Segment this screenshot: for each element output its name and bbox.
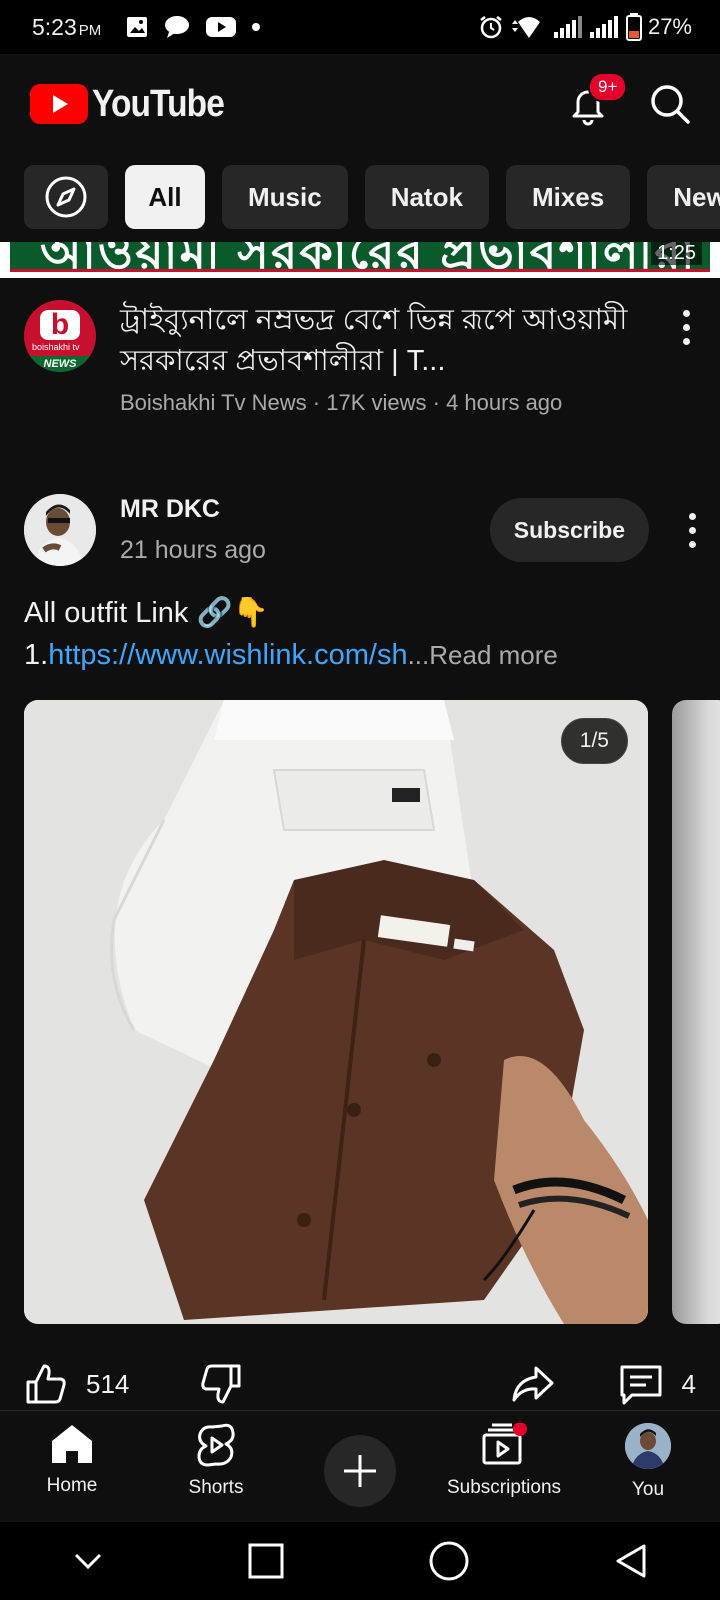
alarm-icon xyxy=(480,16,502,39)
home-button-icon[interactable] xyxy=(428,1540,470,1582)
thumbnail-overlay-text: আওয়ামী সরকারের প্রভাবশালীরা xyxy=(40,242,697,272)
status-time: 5:23 PM xyxy=(32,13,102,40)
search-icon[interactable] xyxy=(648,82,692,126)
notification-badge: 9+ xyxy=(588,72,628,102)
post-author-name[interactable]: MR DKC xyxy=(120,495,266,524)
post-timestamp: 21 hours ago xyxy=(120,536,266,564)
recents-button-icon[interactable] xyxy=(248,1543,284,1579)
home-icon xyxy=(52,1425,92,1463)
post-image[interactable]: 1/5 xyxy=(24,700,648,1324)
nav-you[interactable]: You xyxy=(576,1411,720,1501)
comments-button[interactable]: 4 xyxy=(618,1361,696,1407)
dislike-button[interactable] xyxy=(199,1362,243,1406)
post-actions-bar: 514 4 xyxy=(24,1358,696,1410)
app-name: YouTube xyxy=(92,82,225,125)
video-metadata: Boishakhi Tv News · 17K views · 4 hours … xyxy=(120,390,563,415)
image-counter: 1/5 xyxy=(560,718,628,764)
like-button[interactable]: 514 xyxy=(24,1362,129,1406)
post-more-options-icon[interactable] xyxy=(689,512,696,548)
chat-icon xyxy=(165,16,190,38)
share-icon xyxy=(512,1366,554,1402)
video-item[interactable]: b boishakhi tv NEWS ট্রাইব্যুনালে নম্রভদ… xyxy=(24,300,696,416)
nav-subscriptions[interactable]: Subscriptions xyxy=(432,1411,576,1499)
status-notification-icons xyxy=(125,15,261,39)
comment-icon xyxy=(620,1365,662,1405)
chip-new[interactable]: New xyxy=(647,165,720,229)
channel-name: Boishakhi Tv News xyxy=(120,390,307,415)
explore-button[interactable] xyxy=(24,165,108,229)
next-post-image[interactable] xyxy=(672,700,720,1324)
video-duration: 1:25 xyxy=(651,242,702,265)
compass-icon xyxy=(45,176,87,218)
dot-icon xyxy=(252,23,261,31)
battery-percent: 27% xyxy=(647,14,692,39)
post-text-line1: All outfit Link 🔗👇 xyxy=(24,597,269,629)
channel-avatar[interactable]: b boishakhi tv NEWS xyxy=(24,300,96,372)
chevron-down-icon[interactable] xyxy=(72,1551,104,1571)
view-count: 17K views xyxy=(326,390,427,415)
video-title[interactable]: ট্রাইব্যুনালে নম্রভদ্র বেশে ভিন্ন রূপে আ… xyxy=(120,300,640,382)
youtube-notif-icon xyxy=(206,17,237,37)
chip-mixes[interactable]: Mixes xyxy=(505,165,631,229)
upload-age: 4 hours ago xyxy=(446,390,563,415)
nav-create[interactable] xyxy=(288,1411,432,1507)
outfit-photo xyxy=(24,700,648,1324)
post-author-avatar[interactable] xyxy=(24,494,96,566)
back-button-icon[interactable] xyxy=(614,1543,648,1579)
plus-icon xyxy=(344,1455,376,1487)
video-more-options-icon[interactable] xyxy=(676,300,696,416)
post-text[interactable]: All outfit Link 🔗👇 1.https://www.wishlin… xyxy=(24,592,704,676)
user-avatar xyxy=(625,1423,671,1469)
community-post-header: MR DKC 21 hours ago Subscribe xyxy=(24,490,704,570)
comment-count: 4 xyxy=(681,1368,696,1399)
signal-icon-2 xyxy=(589,16,618,38)
wifi-icon xyxy=(511,17,540,38)
read-more-link[interactable]: Read more xyxy=(429,640,558,670)
post-link[interactable]: https://www.wishlink.com/sh xyxy=(48,639,407,671)
system-navigation-bar xyxy=(0,1522,720,1600)
status-bar: 5:23 PM 27% xyxy=(0,0,720,54)
notifications-button[interactable]: 9+ xyxy=(566,72,628,126)
gallery-icon xyxy=(127,17,148,37)
youtube-logo[interactable]: YouTube xyxy=(30,83,242,126)
thumbs-up-icon xyxy=(26,1364,66,1404)
chip-all[interactable]: All xyxy=(125,165,205,229)
thumbs-down-icon xyxy=(201,1364,241,1404)
status-system-icons: 27% xyxy=(478,13,692,41)
like-count: 514 xyxy=(86,1368,130,1399)
nav-home[interactable]: Home xyxy=(0,1411,144,1497)
subscribe-button[interactable]: Subscribe xyxy=(489,498,649,562)
share-button[interactable] xyxy=(510,1362,556,1406)
signal-icon-1 xyxy=(553,16,582,38)
youtube-play-logo-icon xyxy=(30,84,88,124)
video-thumbnail[interactable]: আওয়ামী সরকারের প্রভাবশালীরা 1:25 xyxy=(0,242,720,278)
bottom-navigation: Home Shorts Subscriptions You xyxy=(0,1410,720,1522)
chip-music[interactable]: Music xyxy=(222,165,348,229)
shorts-icon xyxy=(197,1423,235,1467)
app-header: YouTube 9+ xyxy=(0,54,720,154)
subscriptions-icon xyxy=(482,1423,527,1465)
filter-chips-bar: All Music Natok Mixes New xyxy=(24,165,720,229)
battery-icon xyxy=(625,13,642,41)
nav-shorts[interactable]: Shorts xyxy=(144,1411,288,1499)
chip-natok[interactable]: Natok xyxy=(364,165,489,229)
